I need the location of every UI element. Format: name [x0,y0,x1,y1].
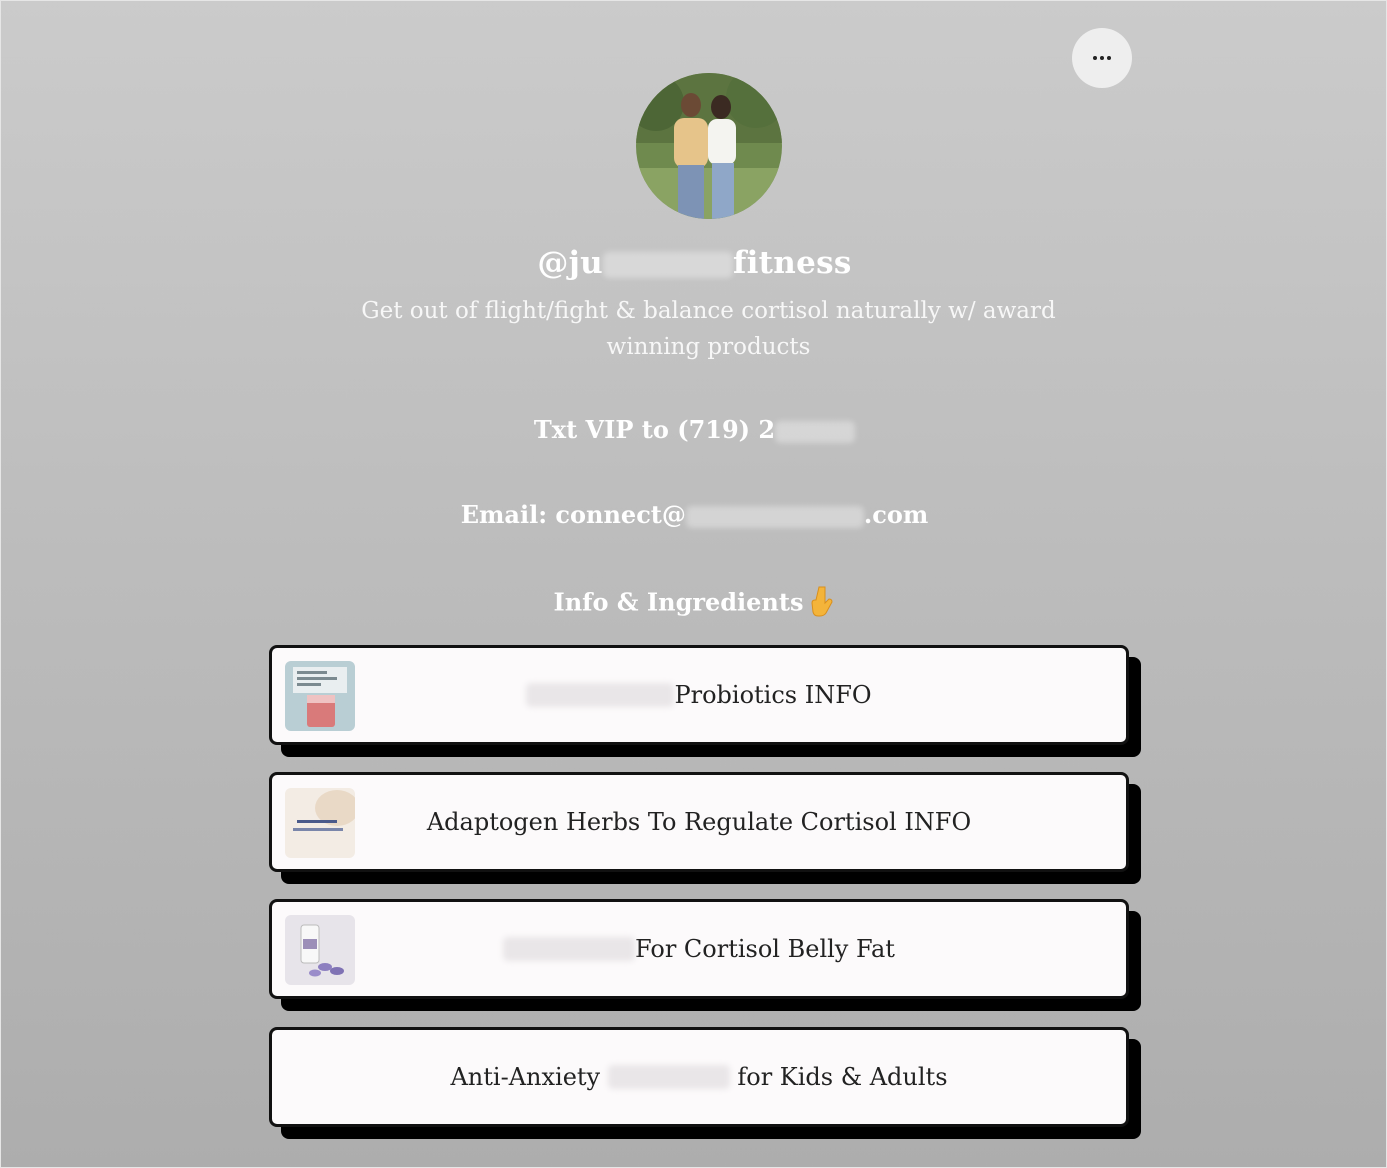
email-text[interactable]: Email: connect@ .com [1,500,1387,529]
email-suffix: .com [863,500,929,529]
ellipsis-icon [1093,56,1111,60]
pointing-down-icon [811,585,835,623]
link-probiotics[interactable]: Probiotics INFO [269,645,1129,745]
redacted-text [602,251,733,278]
vip-label: Txt VIP to (719) 2 [533,415,776,444]
vip-text: Txt VIP to (719) 2 [1,415,1387,444]
redacted-text [685,505,864,528]
username: @ju fitness [1,245,1387,281]
link-label: Anti-Anxiety for Kids & Adults [272,1030,1126,1124]
link-text: For Cortisol Belly Fat [635,935,895,963]
link-cortisol-belly-fat[interactable]: For Cortisol Belly Fat [269,899,1129,999]
link-in-bio-page: @ju fitness Get out of flight/fight & bal… [0,0,1387,1168]
link-anti-anxiety[interactable]: Anti-Anxiety for Kids & Adults [269,1027,1129,1127]
redacted-text [775,420,856,443]
redacted-text [503,937,636,961]
redacted-text [607,1065,730,1089]
username-prefix: @ju [537,245,603,281]
bio-text: Get out of flight/fight & balance cortis… [361,298,1056,360]
redacted-text [526,683,675,707]
link-text-suffix: for Kids & Adults [737,1063,948,1091]
info-heading-label: Info & Ingredients [553,587,804,617]
link-label: Probiotics INFO [272,648,1126,742]
info-heading: Info & Ingredients [1,585,1387,623]
link-text-prefix: Anti-Anxiety [450,1063,601,1091]
email-prefix: Email: connect@ [460,500,686,529]
link-adaptogen-herbs[interactable]: Adaptogen Herbs To Regulate Cortisol INF… [269,772,1129,872]
profile-photo [636,73,782,219]
more-options-button[interactable] [1072,28,1132,88]
link-text: Probiotics INFO [674,681,872,709]
link-label: Adaptogen Herbs To Regulate Cortisol INF… [426,808,972,836]
username-suffix: fitness [732,245,852,281]
link-label: For Cortisol Belly Fat [272,902,1126,996]
avatar [636,73,782,219]
